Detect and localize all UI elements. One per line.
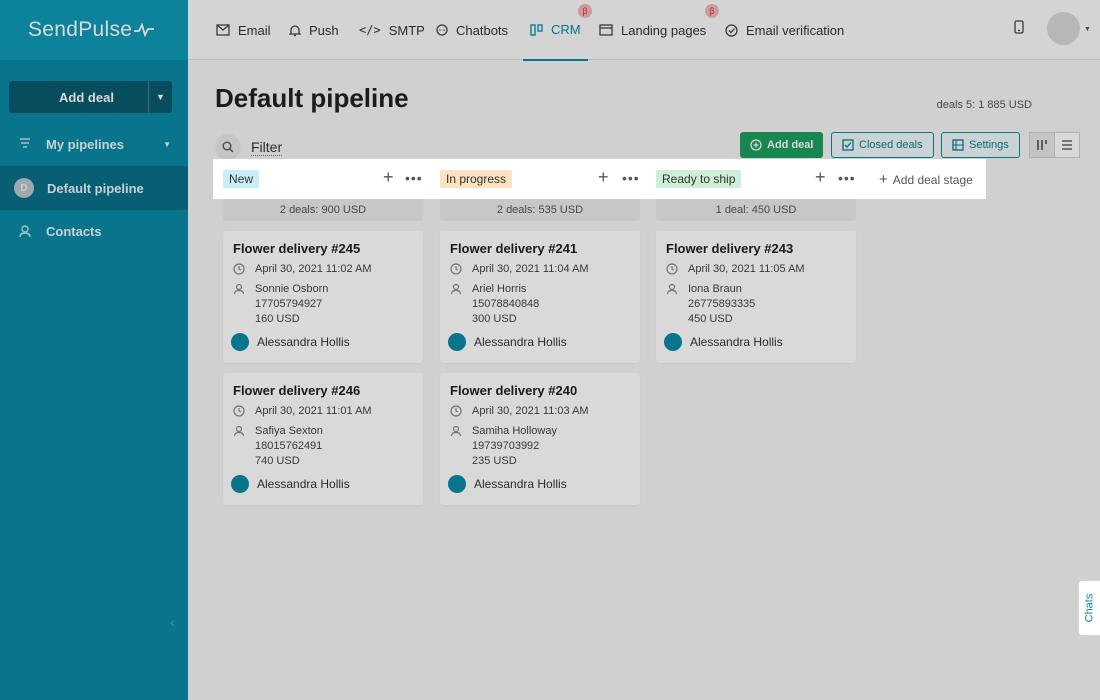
more-options-icon[interactable]: ••• <box>622 170 640 186</box>
overlay-dim <box>0 0 1100 159</box>
overlay-dim <box>0 199 1100 700</box>
overlay-dim <box>0 159 213 199</box>
stage-header-new: New <box>223 159 260 199</box>
chats-label: Chats <box>1083 593 1096 623</box>
add-icon[interactable]: + <box>815 167 826 188</box>
more-options-icon[interactable]: ••• <box>838 170 856 186</box>
stage-name[interactable]: In progress <box>440 170 513 188</box>
stage-header-in-progress: In progress <box>440 159 513 199</box>
more-options-icon[interactable]: ••• <box>405 170 423 186</box>
stage-name[interactable]: Ready to ship <box>656 170 742 188</box>
add-deal-stage-label: Add deal stage <box>892 172 973 187</box>
add-icon[interactable]: + <box>598 167 609 188</box>
overlay-dim <box>986 159 1100 199</box>
plus-icon: + <box>879 171 888 188</box>
add-deal-stage-button[interactable]: + Add deal stage <box>879 171 973 188</box>
stage-header-ready-to-ship: Ready to ship <box>656 159 742 199</box>
stage-name[interactable]: New <box>223 170 260 188</box>
chats-tab[interactable]: Chats <box>1078 580 1100 636</box>
stage-header-bar: New + ••• In progress + ••• Ready to shi… <box>213 159 986 199</box>
add-icon[interactable]: + <box>383 167 394 188</box>
